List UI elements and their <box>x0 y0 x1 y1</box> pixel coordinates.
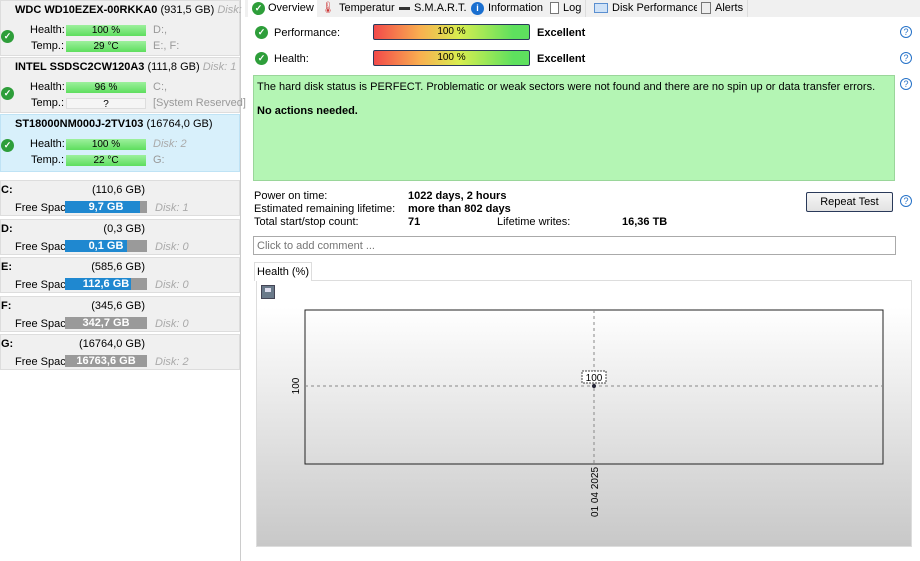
y-tick-label: 100 <box>291 377 302 394</box>
data-label: 100 <box>586 373 603 384</box>
health-chart: 100 100 01 04 2025 <box>291 309 884 517</box>
x-tick-label: 01 04 2025 <box>590 467 601 517</box>
tab-health-chart[interactable]: Health (%) <box>254 262 312 281</box>
data-point <box>592 384 596 388</box>
